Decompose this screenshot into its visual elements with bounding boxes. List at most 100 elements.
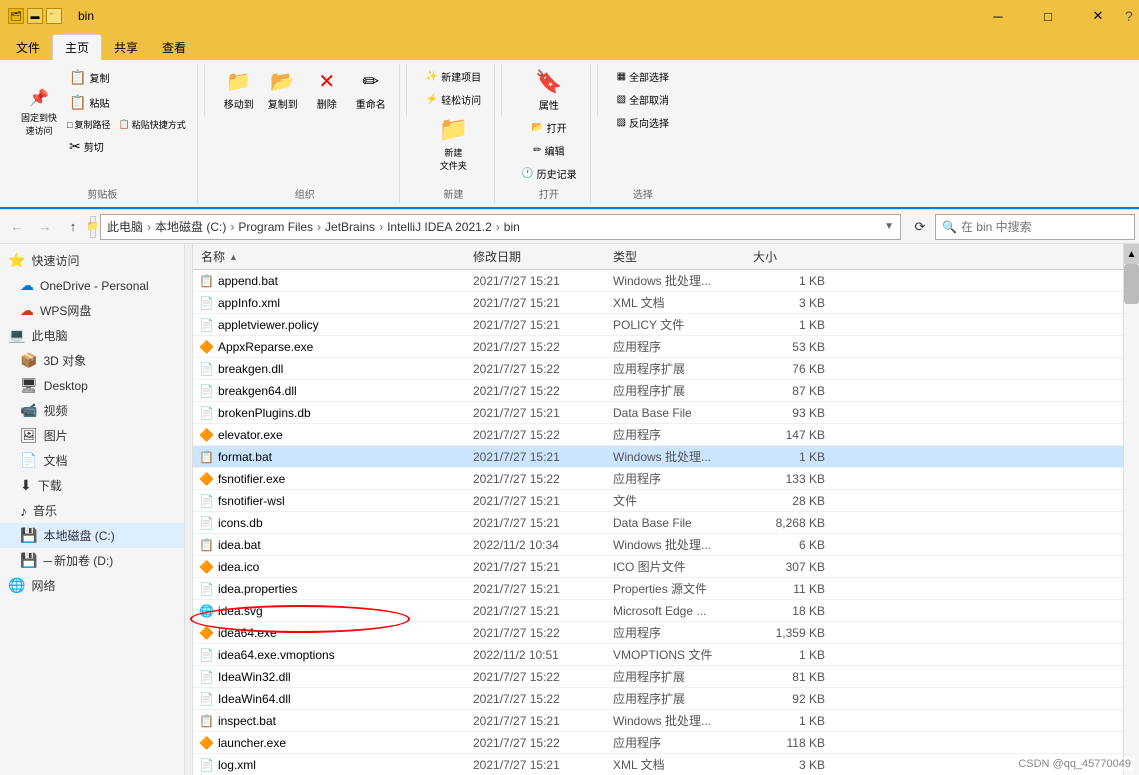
scroll-up-button[interactable]: ▲: [1124, 244, 1139, 264]
table-row[interactable]: 📄 IdeaWin64.dll 2021/7/27 15:22 应用程序扩展 9…: [193, 688, 1123, 710]
up-button[interactable]: ↑: [60, 214, 86, 240]
sidebar-item-network[interactable]: 🌐 网络: [0, 573, 184, 598]
table-row[interactable]: 🔶 fsnotifier.exe 2021/7/27 15:22 应用程序 13…: [193, 468, 1123, 490]
file-date: 2021/7/27 15:21: [473, 318, 613, 332]
scrollbar-track[interactable]: ▲ ▼: [1123, 244, 1139, 775]
crumb-drive[interactable]: 本地磁盘 (C:): [155, 218, 226, 235]
table-row[interactable]: 📄 fsnotifier-wsl 2021/7/27 15:21 文件 28 K…: [193, 490, 1123, 512]
history-icon: 🕐: [521, 168, 533, 179]
sidebar-item-wpsdrive[interactable]: ☁ WPS网盘: [0, 298, 184, 323]
crumb-programfiles[interactable]: Program Files: [238, 220, 313, 234]
scroll-thumb[interactable]: [1124, 264, 1139, 304]
crumb-jetbrains[interactable]: JetBrains: [325, 220, 375, 234]
easy-access-icon: ⚡: [426, 94, 438, 105]
copy-path-button[interactable]: □ 复制路径: [64, 116, 113, 133]
select-all-button[interactable]: ▦ 全部选择: [612, 66, 674, 87]
table-row[interactable]: 📄 breakgen64.dll 2021/7/27 15:22 应用程序扩展 …: [193, 380, 1123, 402]
minimize-button[interactable]: ─: [975, 0, 1021, 32]
table-row[interactable]: 📄 brokenPlugins.db 2021/7/27 15:21 Data …: [193, 402, 1123, 424]
sidebar-item-cdrive[interactable]: 💾 本地磁盘 (C:): [0, 523, 184, 548]
copy-button[interactable]: 📋 复制: [64, 66, 189, 89]
back-button[interactable]: ←: [4, 214, 30, 240]
col-header-date[interactable]: 修改日期: [473, 248, 613, 265]
sidebar: ⭐ 快速访问 ☁ OneDrive - Personal ☁ WPS网盘 💻 此…: [0, 244, 185, 775]
invert-selection-button[interactable]: ▨ 反向选择: [612, 112, 674, 133]
maximize-button[interactable]: □: [1025, 0, 1071, 32]
table-row[interactable]: 📄 appletviewer.policy 2021/7/27 15:21 PO…: [193, 314, 1123, 336]
table-row[interactable]: 🔶 idea.ico 2021/7/27 15:21 ICO 图片文件 307 …: [193, 556, 1123, 578]
file-type: VMOPTIONS 文件: [613, 646, 753, 663]
file-name: 📄 breakgen.dll: [193, 362, 473, 376]
sidebar-item-desktop[interactable]: 🖥 Desktop: [0, 373, 184, 398]
paste-shortcut-button[interactable]: 📋 粘贴快捷方式: [115, 116, 188, 133]
col-header-name[interactable]: 名称 ▲: [193, 248, 473, 265]
sidebar-item-documents[interactable]: 📄 文档: [0, 448, 184, 473]
open-button[interactable]: 📂 打开: [526, 117, 571, 138]
sidebar-item-music[interactable]: ♪ 音乐: [0, 498, 184, 523]
sidebar-item-3dobjects[interactable]: 📦 3D 对象: [0, 348, 184, 373]
col-header-type[interactable]: 类型: [613, 248, 753, 265]
edit-button[interactable]: ✏ 编辑: [528, 140, 569, 161]
sidebar-item-thispc[interactable]: 💻 此电脑: [0, 323, 184, 348]
table-row[interactable]: 🌐 idea.svg 2021/7/27 15:21 Microsoft Edg…: [193, 600, 1123, 622]
tab-home[interactable]: 主页: [52, 34, 102, 60]
new-buttons: ✨ 新建项目 ⚡ 轻松访问 📁 新建文件夹: [421, 66, 486, 175]
file-type-icon: 📄: [199, 582, 214, 596]
table-row[interactable]: 🔶 AppxReparse.exe 2021/7/27 15:22 应用程序 5…: [193, 336, 1123, 358]
forward-button[interactable]: →: [32, 214, 58, 240]
table-row[interactable]: 📄 appInfo.xml 2021/7/27 15:21 XML 文档 3 K…: [193, 292, 1123, 314]
sidebar-item-onedrive[interactable]: ☁ OneDrive - Personal: [0, 273, 184, 298]
table-row[interactable]: 📄 breakgen.dll 2021/7/27 15:22 应用程序扩展 76…: [193, 358, 1123, 380]
table-row[interactable]: 🔶 elevator.exe 2021/7/27 15:22 应用程序 147 …: [193, 424, 1123, 446]
tab-share[interactable]: 共享: [102, 35, 150, 60]
help-icon[interactable]: ?: [1125, 8, 1133, 24]
table-row[interactable]: 📋 format.bat 2021/7/27 15:21 Windows 批处理…: [193, 446, 1123, 468]
delete-button[interactable]: ✕ 删除: [307, 66, 347, 114]
close-button[interactable]: ✕: [1075, 0, 1121, 32]
file-type-icon: 🌐: [199, 604, 214, 618]
new-item-icon: ✨: [426, 71, 438, 82]
file-name: 📋 inspect.bat: [193, 714, 473, 728]
tab-file[interactable]: 文件: [4, 35, 52, 60]
tab-view[interactable]: 查看: [150, 35, 198, 60]
new-item-button[interactable]: ✨ 新建项目: [421, 66, 486, 87]
col-header-size[interactable]: 大小: [753, 248, 833, 265]
pin-quickaccess-button[interactable]: 📌 固定到快速访问: [16, 84, 62, 140]
cut-button[interactable]: ✂ 剪切: [64, 135, 189, 158]
properties-button[interactable]: 🔖 属性: [529, 66, 569, 115]
crumb-bin[interactable]: bin: [504, 220, 520, 234]
select-none-button[interactable]: ▧ 全部取消: [612, 89, 674, 110]
file-size: 118 KB: [753, 736, 833, 750]
table-row[interactable]: 📄 idea.properties 2021/7/27 15:21 Proper…: [193, 578, 1123, 600]
address-path[interactable]: 此电脑 › 本地磁盘 (C:) › Program Files › JetBra…: [100, 214, 901, 240]
table-row[interactable]: 📄 idea64.exe.vmoptions 2022/11/2 10:51 V…: [193, 644, 1123, 666]
table-row[interactable]: 📋 idea.bat 2022/11/2 10:34 Windows 批处理..…: [193, 534, 1123, 556]
sidebar-item-ddrive[interactable]: 💾 ─ 新加卷 (D:): [0, 548, 184, 573]
crumb-computer[interactable]: 此电脑: [107, 218, 143, 235]
table-row[interactable]: 🔶 idea64.exe 2021/7/27 15:22 应用程序 1,359 …: [193, 622, 1123, 644]
history-button[interactable]: 🕐 历史记录: [516, 163, 581, 184]
search-input[interactable]: [961, 220, 1128, 234]
sidebar-item-downloads[interactable]: ⬇ 下载: [0, 473, 184, 498]
address-dropdown-icon[interactable]: ▼: [884, 221, 894, 232]
table-row[interactable]: 📄 IdeaWin32.dll 2021/7/27 15:22 应用程序扩展 8…: [193, 666, 1123, 688]
ribbon-group-organize: 📁 移动到 📂 复制到 ✕ 删除 ✏ 重命名: [211, 64, 400, 203]
table-row[interactable]: 📋 append.bat 2021/7/27 15:21 Windows 批处理…: [193, 270, 1123, 292]
crumb-idea[interactable]: IntelliJ IDEA 2021.2: [387, 220, 492, 234]
rename-button[interactable]: ✏ 重命名: [351, 66, 391, 114]
paste-button[interactable]: 📋 粘贴: [64, 91, 189, 114]
sidebar-item-pictures[interactable]: 🖼 图片: [0, 423, 184, 448]
easy-access-button[interactable]: ⚡ 轻松访问: [421, 89, 486, 110]
sidebar-item-quickaccess[interactable]: ⭐ 快速访问: [0, 248, 184, 273]
table-row[interactable]: 📋 inspect.bat 2021/7/27 15:21 Windows 批处…: [193, 710, 1123, 732]
refresh-button[interactable]: ⟳: [907, 214, 933, 240]
copy-to-button[interactable]: 📂 复制到: [263, 66, 303, 114]
move-to-button[interactable]: 📁 移动到: [219, 66, 259, 114]
sidebar-item-videos[interactable]: 📹 视频: [0, 398, 184, 423]
table-row[interactable]: 📄 icons.db 2021/7/27 15:21 Data Base Fil…: [193, 512, 1123, 534]
file-name: 📋 append.bat: [193, 274, 473, 288]
sidebar-scrollbar[interactable]: [185, 244, 193, 775]
table-row[interactable]: 📄 log.xml 2021/7/27 15:21 XML 文档 3 KB: [193, 754, 1123, 775]
table-row[interactable]: 🔶 launcher.exe 2021/7/27 15:22 应用程序 118 …: [193, 732, 1123, 754]
new-folder-button[interactable]: 📁 新建文件夹: [433, 112, 473, 175]
